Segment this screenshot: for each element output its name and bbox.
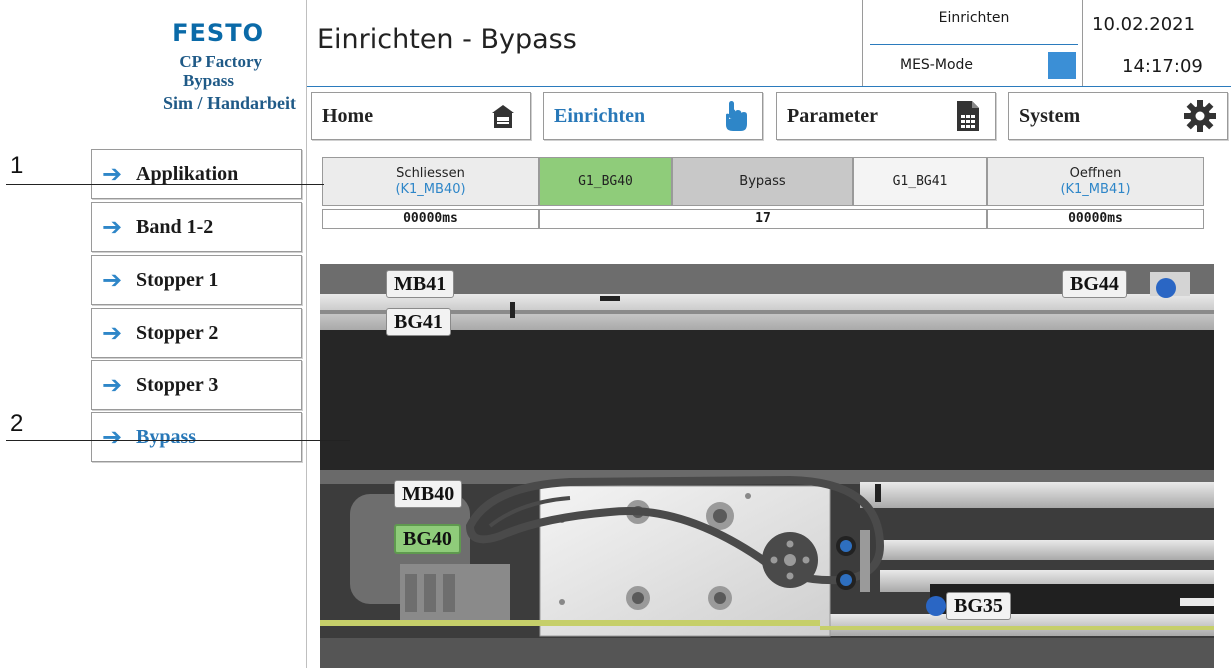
open-button-signal: (K1_MB41) — [1060, 182, 1131, 197]
nav-parameter-label: Parameter — [787, 104, 879, 127]
open-button[interactable]: Oeffnen (K1_MB41) — [987, 157, 1204, 206]
sensor-g1-bg41-indicator: G1_BG41 — [853, 157, 987, 206]
nav-system-button[interactable]: System — [1008, 92, 1228, 140]
close-button-signal: (K1_MB40) — [395, 182, 466, 197]
close-button[interactable]: Schliessen (K1_MB40) — [322, 157, 539, 206]
sensor-bg44-label: BG44 — [1062, 270, 1127, 298]
nav-home-button[interactable]: Home — [311, 92, 531, 140]
arrow-right-icon: ➔ — [102, 213, 123, 241]
sidebar-item-label: Band 1-2 — [136, 215, 214, 238]
hand-pointer-icon — [718, 99, 752, 133]
sensor-bg41-label: BG41 — [386, 308, 451, 336]
mode-indicator: Einrichten — [938, 10, 1010, 26]
bypass-machine-view: MB41 BG41 BG44 MB40 BG40 BG35 — [320, 264, 1214, 668]
header-separator — [1082, 0, 1083, 86]
sensor-g1-bg40-indicator: G1_BG40 — [539, 157, 672, 206]
sidebar-item-stopper-2[interactable]: ➔ Stopper 2 — [91, 308, 302, 358]
festo-logo: FESTO — [172, 19, 264, 47]
brand-block: FESTO CP Factory Bypass Sim / Handarbeit — [78, 20, 302, 113]
sidebar-item-stopper-3[interactable]: ➔ Stopper 3 — [91, 360, 302, 410]
mode-separator — [870, 44, 1078, 45]
callout-number: 2 — [10, 410, 24, 437]
arrow-right-icon: ➔ — [102, 160, 123, 188]
callout-number: 1 — [10, 152, 24, 179]
sensor-g1-bg41-label: G1_BG41 — [892, 174, 948, 189]
sensor-mb41-label: MB41 — [386, 270, 455, 298]
nav-einrichten-button[interactable]: Einrichten — [543, 92, 763, 140]
sensor-mb40-label: MB40 — [394, 480, 463, 508]
callout-line — [6, 440, 350, 441]
gear-icon — [1183, 99, 1217, 133]
arrow-right-icon: ➔ — [102, 371, 123, 399]
document-table-icon — [951, 99, 985, 133]
nav-parameter-button[interactable]: Parameter — [776, 92, 996, 140]
sidebar-item-label: Stopper 2 — [136, 321, 219, 344]
sidebar-item-label: Stopper 3 — [136, 373, 219, 396]
sidebar-item-band-1-2[interactable]: ➔ Band 1-2 — [91, 202, 302, 252]
brand-line-bypass: Bypass — [182, 71, 234, 90]
callout-line — [6, 184, 324, 185]
nav-home-label: Home — [322, 104, 374, 127]
sidebar-item-bypass[interactable]: ➔ Bypass — [91, 412, 302, 462]
date-display: 10.02.2021 — [1092, 14, 1196, 35]
sidebar-divider — [306, 0, 307, 668]
sidebar-item-stopper-1[interactable]: ➔ Stopper 1 — [91, 255, 302, 305]
machine-illustration — [320, 264, 1214, 668]
nav-einrichten-label: Einrichten — [554, 104, 646, 127]
open-time-display: 00000ms — [987, 209, 1204, 229]
time-display: 14:17:09 — [1122, 56, 1203, 77]
sensor-bg35-label: BG35 — [946, 592, 1011, 620]
mes-mode-label: MES-Mode — [900, 57, 974, 73]
header-separator — [862, 0, 863, 86]
sidebar-item-label: Stopper 1 — [136, 268, 219, 291]
open-button-label: Oeffnen — [1069, 166, 1122, 181]
header-underline — [307, 86, 1231, 87]
sensor-g1-bg40-label: G1_BG40 — [578, 174, 633, 189]
mes-mode-toggle[interactable] — [1048, 52, 1076, 79]
nav-system-label: System — [1019, 104, 1081, 127]
house-icon — [486, 99, 520, 133]
bypass-indicator: Bypass — [672, 157, 853, 206]
sensor-bg40-label: BG40 — [394, 524, 461, 554]
close-button-label: Schliessen — [396, 166, 465, 181]
brand-line-cp-factory: CP Factory — [179, 52, 262, 71]
close-time-display: 00000ms — [322, 209, 539, 229]
bypass-counter: 17 — [539, 209, 987, 229]
bypass-label: Bypass — [739, 174, 786, 189]
sidebar-item-label: Bypass — [136, 425, 197, 448]
brand-line-mode: Sim / Handarbeit — [162, 93, 296, 113]
arrow-right-icon: ➔ — [102, 423, 123, 451]
sidebar-item-applikation[interactable]: ➔ Applikation — [91, 149, 302, 199]
arrow-right-icon: ➔ — [102, 319, 123, 347]
arrow-right-icon: ➔ — [102, 266, 123, 294]
sidebar-item-label: Applikation — [136, 162, 239, 185]
page-title: Einrichten - Bypass — [317, 24, 577, 55]
